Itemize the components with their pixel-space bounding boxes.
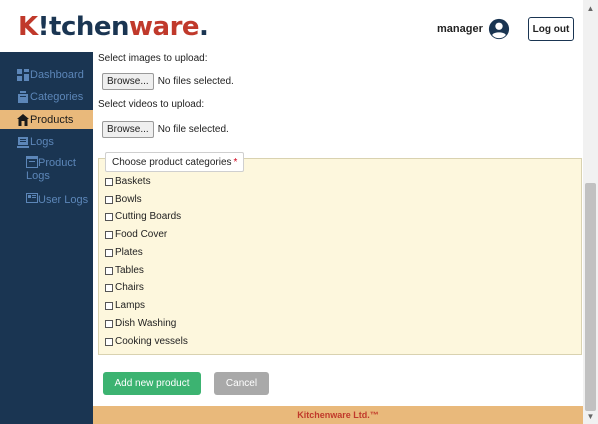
category-checkbox[interactable]: Dish Washing <box>105 318 176 329</box>
scrollbar-thumb[interactable] <box>585 183 596 411</box>
logout-button[interactable]: Log out <box>528 17 574 41</box>
category-label: Tables <box>115 265 144 276</box>
category-checkbox[interactable]: Food Cover <box>105 229 167 240</box>
categories-legend-text: Choose product categories <box>112 156 232 168</box>
app-logo[interactable]: K!tchenware. <box>18 12 209 42</box>
logo-dot: . <box>199 12 209 42</box>
product-logs-icon <box>26 156 38 168</box>
sidebar-item-logs[interactable]: Logs <box>0 133 93 151</box>
videos-file-input[interactable]: Browse... No file selected. <box>102 121 229 138</box>
videos-upload-label: Select videos to upload: <box>98 99 205 110</box>
checkbox[interactable] <box>105 248 113 257</box>
logo-exclamation: ! <box>37 12 50 42</box>
category-checkbox[interactable]: Lamps <box>105 300 145 311</box>
user-menu[interactable]: manager <box>437 18 510 40</box>
checkbox[interactable] <box>105 266 113 275</box>
account-circle-icon[interactable] <box>488 18 510 40</box>
category-label: Bowls <box>115 194 142 205</box>
app-header: K!tchenware. manager Log out <box>0 0 583 52</box>
category-label: Dish Washing <box>115 318 177 329</box>
sidebar-item-categories[interactable]: Categories <box>0 88 93 106</box>
images-browse-button[interactable]: Browse... <box>102 73 154 90</box>
logo-text-itchen: tchen <box>49 12 130 42</box>
sidebar-item-label-line2: Logs <box>26 170 50 182</box>
sidebar-item-dashboard[interactable]: Dashboard <box>0 66 93 84</box>
checkbox[interactable] <box>105 337 113 346</box>
category-label: Cutting Boards <box>115 211 182 222</box>
category-label: Baskets <box>115 176 151 187</box>
sidebar-item-label: Logs <box>30 136 54 148</box>
categories-fieldset: Choose product categories * Baskets Bowls… <box>98 152 582 355</box>
category-checkbox[interactable]: Tables <box>105 265 144 276</box>
videos-browse-button[interactable]: Browse... <box>102 121 154 138</box>
cancel-button[interactable]: Cancel <box>214 372 269 395</box>
category-label: Plates <box>115 247 143 258</box>
scroll-down-arrow-icon[interactable]: ▼ <box>583 412 598 422</box>
sidebar-item-products[interactable]: Products <box>0 110 93 129</box>
images-file-status: No files selected. <box>157 76 234 87</box>
footer: Kitchenware Ltd.™ <box>93 406 583 424</box>
sidebar-item-label: Product <box>38 157 76 169</box>
add-product-button[interactable]: Add new product <box>103 372 201 395</box>
category-label: Chairs <box>115 282 144 293</box>
logo-text-ware: ware <box>129 12 200 42</box>
user-logs-icon <box>26 193 38 203</box>
checkbox[interactable] <box>105 319 113 328</box>
categories-legend: Choose product categories * <box>105 152 245 172</box>
images-file-input[interactable]: Browse... No files selected. <box>102 73 234 90</box>
sidebar-item-product-logs[interactable]: Product Logs <box>26 156 76 183</box>
scroll-up-arrow-icon[interactable]: ▲ <box>583 4 598 14</box>
category-label: Lamps <box>115 300 146 311</box>
checkbox[interactable] <box>105 195 113 204</box>
logo-letter-k: K <box>18 12 38 42</box>
category-label: Cooking vessels <box>115 336 188 347</box>
category-checkbox[interactable]: Cutting Boards <box>105 211 181 222</box>
sidebar-item-user-logs[interactable]: User Logs <box>26 193 88 207</box>
images-upload-label: Select images to upload: <box>98 53 208 64</box>
home-icon <box>17 113 29 126</box>
required-marker: * <box>233 156 238 168</box>
product-form: Select images to upload: Browse... No fi… <box>93 52 583 406</box>
username-label: manager <box>437 23 483 35</box>
category-checkbox[interactable]: Plates <box>105 247 143 258</box>
categories-icon <box>18 91 28 103</box>
category-checkbox[interactable]: Bowls <box>105 194 142 205</box>
footer-copyright: Kitchenware Ltd.™ <box>297 410 379 420</box>
sidebar: Dashboard Categories Products Logs Produ… <box>0 52 93 424</box>
sidebar-item-label: Categories <box>30 91 84 103</box>
videos-file-status: No file selected. <box>157 124 229 135</box>
category-label: Food Cover <box>115 229 168 240</box>
logs-icon <box>17 137 29 148</box>
category-checkbox[interactable]: Cooking vessels <box>105 336 188 347</box>
checkbox[interactable] <box>105 283 113 292</box>
checkbox[interactable] <box>105 230 113 239</box>
sidebar-item-label: User Logs <box>38 194 89 206</box>
checkbox[interactable] <box>105 212 113 221</box>
dashboard-icon <box>17 69 29 81</box>
sidebar-item-label: Dashboard <box>30 69 84 81</box>
sidebar-item-label: Products <box>30 113 74 126</box>
category-checkbox[interactable]: Chairs <box>105 282 144 293</box>
checkbox[interactable] <box>105 177 113 186</box>
checkbox[interactable] <box>105 301 113 310</box>
page-scrollbar[interactable]: ▲ ▼ <box>583 0 598 424</box>
category-checkbox[interactable]: Baskets <box>105 176 151 187</box>
